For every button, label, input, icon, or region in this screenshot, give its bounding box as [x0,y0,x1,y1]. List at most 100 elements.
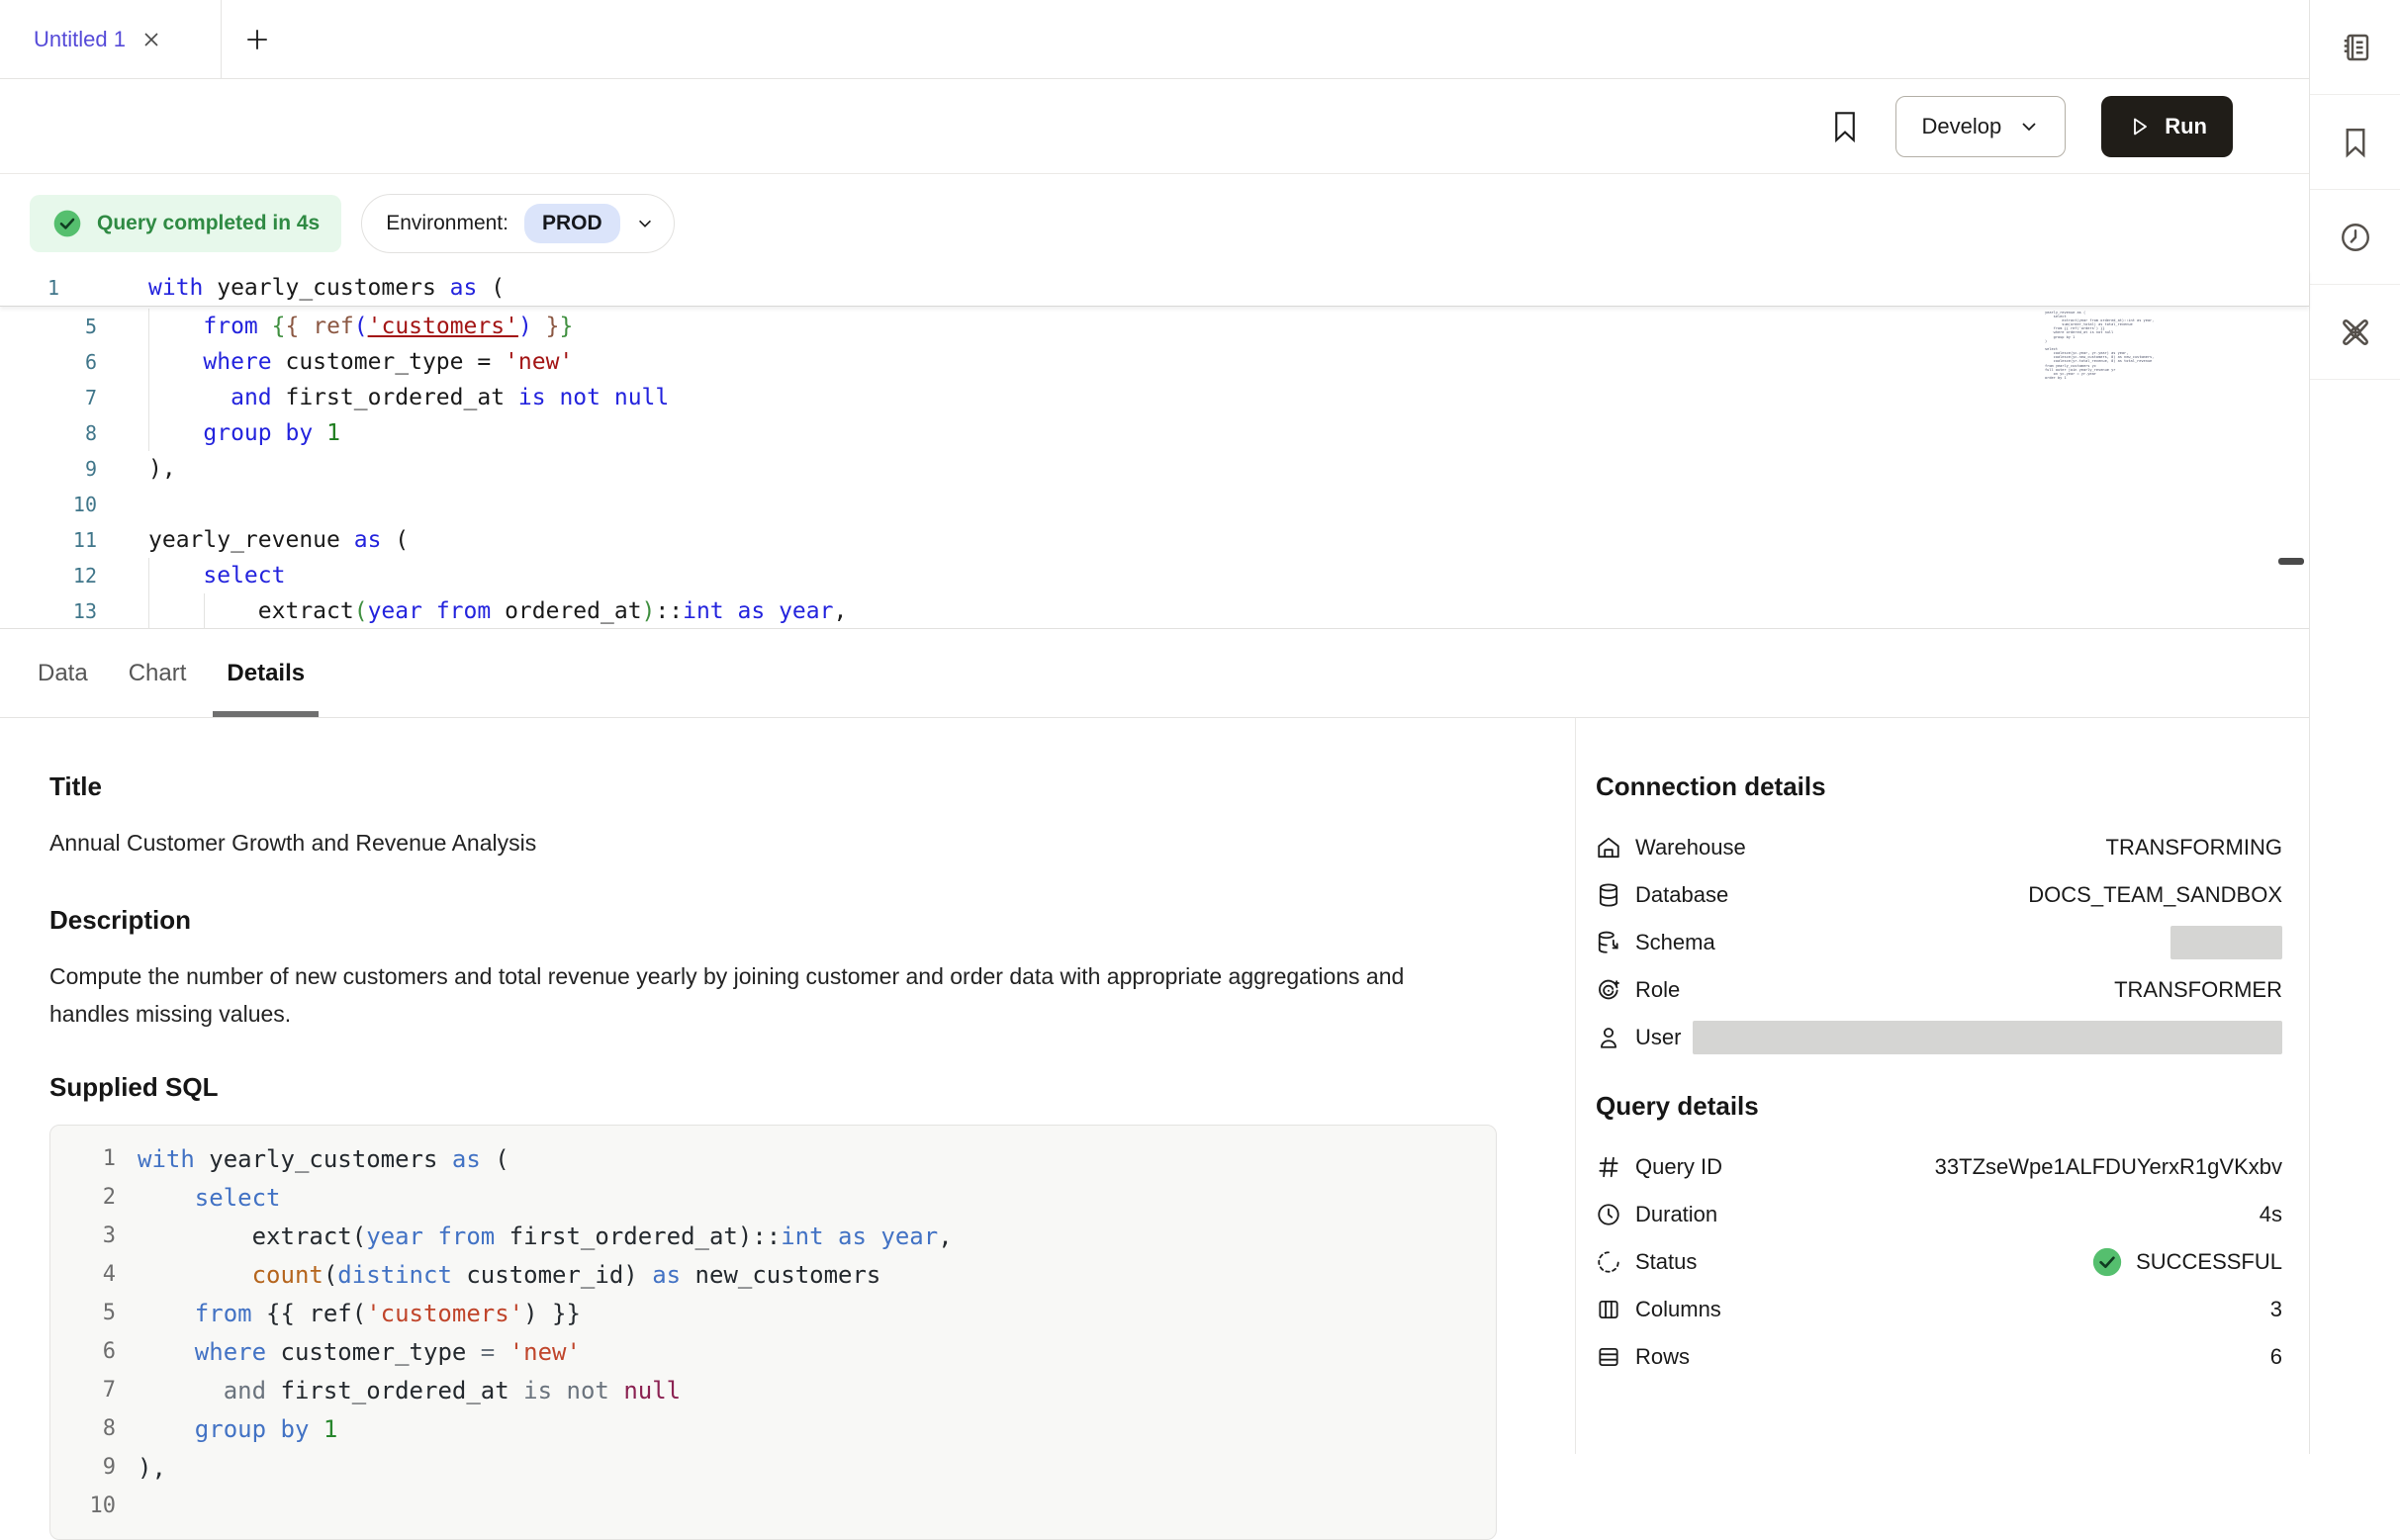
clock-icon [1596,1202,1621,1227]
line-number: 6 [50,1339,116,1364]
line-number: 5 [50,1301,116,1325]
query-row-columns: Columns 3 [1596,1286,2282,1333]
bookmarks-panel-button[interactable] [2310,95,2400,190]
row-label: Database [1635,882,1728,908]
connection-row-database: Database DOCS_TEAM_SANDBOX [1596,871,2282,919]
row-label: Role [1635,977,1680,1003]
code-line: 9), [0,451,2309,487]
bookmark-button[interactable] [1830,110,1860,143]
code-line: 1with yearly_customers as ( [0,269,2309,306]
editor-scrollbar-thumb[interactable] [2278,558,2304,565]
run-button[interactable]: Run [2101,96,2233,157]
details-panel: Title Annual Customer Growth and Revenue… [0,718,2309,1454]
query-status-text: Query completed in 4s [97,212,320,235]
play-icon [2127,115,2151,138]
history-icon [2338,220,2373,255]
connection-row-user: User [1596,1014,2282,1061]
supplied-sql-code-block: 1with yearly_customers as (2 select3 ext… [49,1125,1497,1540]
environment-selector[interactable]: Environment: PROD [361,194,674,253]
rows-icon [1596,1344,1621,1370]
description-value: Compute the number of new customers and … [49,957,1434,1033]
tab-data[interactable]: Data [24,629,102,717]
status-row: Query completed in 4s Environment: PROD [30,194,2309,253]
row-label: Query ID [1635,1154,1722,1180]
close-tab-icon[interactable] [141,30,161,49]
environment-value-chip: PROD [524,204,620,243]
results-tab-bar: Data Chart Details [0,629,2309,718]
develop-label: Develop [1922,114,2002,139]
develop-dropdown-button[interactable]: Develop [1895,96,2067,157]
details-right-column: Connection details Warehouse TRANSFORMIN… [1575,718,2309,1454]
code-line: 4 count(distinct customer_id) as new_cus… [50,1255,1496,1294]
row-value: SUCCESSFUL [2136,1249,2282,1275]
tab-chart[interactable]: Chart [115,629,201,717]
columns-icon [1596,1297,1621,1322]
line-number: 10 [0,493,97,516]
connection-details-heading: Connection details [1596,771,2282,802]
new-tab-button[interactable] [222,0,293,78]
main-area: Untitled 1 Develop [0,0,2309,1454]
row-label: Status [1635,1249,1697,1275]
editor-lines[interactable]: 5 from {{ ref('customers') }}6 where cus… [0,307,2309,629]
indent-guide [204,593,205,629]
line-number: 8 [50,1416,116,1441]
notebook-panel-button[interactable] [2310,0,2400,95]
code-line: 10 [0,487,2309,522]
copilot-panel-button[interactable] [2310,285,2400,380]
code-line: 12 select [0,558,2309,593]
row-value: 6 [2270,1344,2282,1370]
query-details-heading: Query details [1596,1091,2282,1122]
chevron-down-icon [636,215,654,232]
database-icon [1596,882,1621,908]
user-icon [1596,1025,1621,1050]
code-line: 5 from {{ ref('customers') }} [0,309,2309,344]
role-icon [1596,977,1621,1003]
tab-details[interactable]: Details [213,629,319,717]
toolbar: Develop Run [0,79,2309,174]
plus-icon [244,27,270,52]
connection-row-schema: Schema [1596,919,2282,966]
query-row-status: Status SUCCESSFUL [1596,1238,2282,1286]
warehouse-icon [1596,835,1621,861]
code-line: 6 where customer_type = 'new' [0,344,2309,380]
line-number: 10 [50,1494,116,1518]
notebook-icon [2338,30,2373,65]
code-line: 11yearly_revenue as ( [0,522,2309,558]
query-details-section: Query details Query ID 33TZseWpe1ALFDUYe… [1596,1091,2282,1381]
schema-redacted-value [2170,926,2282,959]
row-label: Schema [1635,930,1715,955]
code-line: 6 where customer_type = 'new' [50,1332,1496,1371]
sql-editor[interactable]: 1with yearly_customers as ( 5 from {{ re… [0,269,2309,629]
line-number: 5 [0,315,97,338]
history-panel-button[interactable] [2310,190,2400,285]
row-label: Columns [1635,1297,1721,1322]
code-line: 7 and first_ordered_at is not null [50,1371,1496,1409]
query-status-badge: Query completed in 4s [30,195,341,252]
editor-tab-bar: Untitled 1 [0,0,2309,79]
tab-untitled-1[interactable]: Untitled 1 [0,0,222,78]
details-left-column: Title Annual Customer Growth and Revenue… [0,718,1575,1454]
line-number: 1 [0,276,97,300]
success-check-icon [51,208,83,239]
user-redacted-value [1693,1021,2282,1054]
indent-guide [148,309,149,451]
code-line: 10 [50,1487,1496,1525]
schema-icon [1596,930,1621,955]
chevron-down-icon [2019,117,2039,136]
right-icon-rail [2309,0,2400,1454]
copilot-icon [2337,314,2374,351]
line-number: 1 [50,1146,116,1171]
line-number: 13 [0,599,97,623]
title-value: Annual Customer Growth and Revenue Analy… [49,824,1434,861]
bookmark-icon [2338,125,2373,160]
hash-icon [1596,1154,1621,1180]
line-number: 12 [0,564,97,588]
connection-row-role: Role TRANSFORMER [1596,966,2282,1014]
query-row-duration: Duration 4s [1596,1191,2282,1238]
connection-row-warehouse: Warehouse TRANSFORMING [1596,824,2282,871]
row-value: TRANSFORMING [2106,835,2282,861]
loader-icon [1596,1249,1621,1275]
line-number: 7 [50,1378,116,1403]
run-label: Run [2165,114,2207,139]
row-value: 3 [2270,1297,2282,1322]
